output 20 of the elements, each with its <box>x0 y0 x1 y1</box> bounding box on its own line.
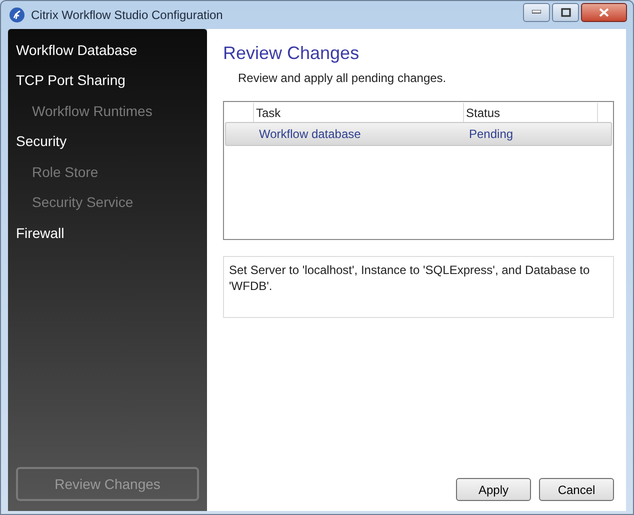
app-logo-icon <box>9 7 25 23</box>
dialog-button[interactable]: Cancel <box>539 478 614 501</box>
table-cell-text: Workflow database <box>258 126 362 143</box>
table-row[interactable]: Workflow database Pending <box>225 122 612 146</box>
nav-item[interactable]: TCP Port Sharing <box>16 66 126 96</box>
dialog-button[interactable]: Apply <box>456 478 531 501</box>
maximize-icon <box>560 8 570 16</box>
nav-item[interactable]: Security <box>16 126 67 157</box>
close-icon <box>599 8 609 16</box>
page-subtitle: Review and apply all pending changes. <box>238 70 448 87</box>
minimize-button[interactable] <box>523 2 550 22</box>
close-button[interactable] <box>581 2 627 22</box>
window-title: Citrix Workflow Studio Configuration <box>31 7 223 24</box>
maximize-button[interactable] <box>552 2 579 22</box>
minimize-icon <box>532 10 541 14</box>
nav-item[interactable]: Workflow Database <box>16 35 138 66</box>
page-title: Review Changes <box>223 42 360 65</box>
change-description: Set Server to 'localhost', Instance to 'SQLExpress', and Database to 'WFDB'. <box>223 256 614 318</box>
table-cell-text: Pending <box>468 126 514 143</box>
nav-item[interactable]: Firewall <box>16 218 64 248</box>
